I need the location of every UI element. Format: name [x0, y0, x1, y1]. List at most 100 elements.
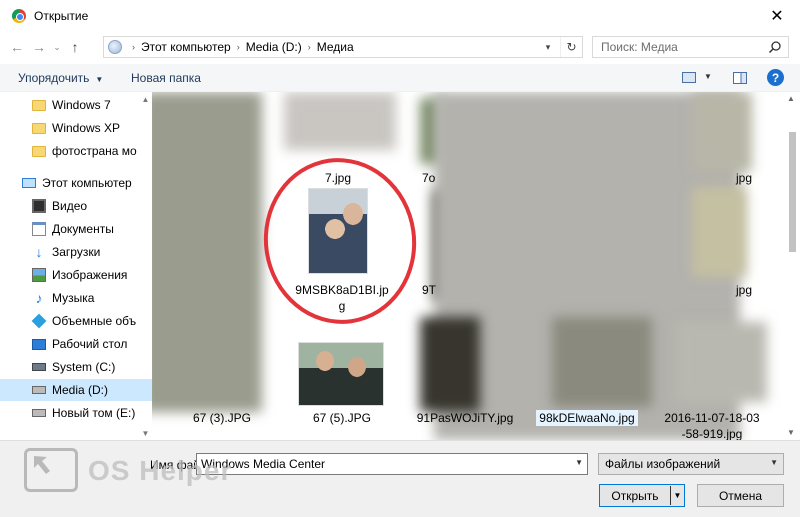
sidebar-item-this-pc[interactable]: Этот компьютер — [0, 172, 152, 194]
breadcrumb-this-pc[interactable]: Этот компьютер — [141, 40, 231, 54]
file-type-select[interactable]: Файлы изображений ▼ — [598, 453, 784, 475]
breadcrumb-media[interactable]: Медиа — [317, 40, 354, 54]
file-name-67-5[interactable]: 67 (5).JPG — [292, 410, 392, 426]
organize-label: Упорядочить — [18, 71, 90, 85]
music-icon: ♪ — [35, 290, 43, 306]
watermark-arrow-icon — [34, 456, 50, 474]
drive-icon — [32, 386, 46, 394]
video-icon — [32, 199, 46, 213]
file-name-2016-line1[interactable]: 2016-11-07-18-03 — [657, 410, 767, 426]
photo-thumbnail-67-5[interactable] — [298, 342, 384, 406]
address-bar[interactable]: › Этот компьютер › Media (D:) › Медиа ▾ … — [103, 36, 583, 58]
navigation-row: ← → ⌄ ↑ › Этот компьютер › Media (D:) › … — [0, 32, 800, 62]
scroll-up-icon[interactable]: ▲ — [787, 94, 795, 103]
file-name-jpg-partial[interactable]: jpg — [736, 170, 766, 186]
cancel-button[interactable]: Отмена — [697, 484, 784, 507]
sidebar-item-media-d[interactable]: Media (D:) — [0, 379, 152, 401]
open-split-dropdown-icon[interactable]: ▼ — [670, 486, 684, 505]
sidebar-item-documents[interactable]: Документы — [0, 218, 152, 240]
sidebar-item-label: System (C:) — [52, 360, 116, 374]
sidebar-item-system-c[interactable]: System (C:) — [0, 356, 152, 378]
sidebar-item-new-volume-e[interactable]: Новый том (E:) — [0, 402, 152, 424]
file-name-9t[interactable]: 9T — [422, 282, 442, 298]
desktop-icon — [32, 338, 46, 350]
file-name-jpg-partial-2[interactable]: jpg — [736, 282, 766, 298]
documents-icon — [32, 222, 46, 236]
organize-button[interactable]: Упорядочить ▼ — [18, 71, 103, 85]
sidebar-item-label: Видео — [52, 199, 88, 213]
sidebar-item-label: Музыка — [52, 291, 95, 305]
file-name-98kd[interactable]: 98kDElwaaNo.jpg — [536, 410, 638, 426]
file-thumbnail[interactable] — [692, 187, 747, 277]
file-name-91pas[interactable]: 91PasWOJiTY.jpg — [410, 410, 520, 426]
sidebar-item-video[interactable]: Видео — [0, 195, 152, 217]
sidebar-item-windows7[interactable]: Windows 7 — [0, 94, 152, 116]
preview-pane-icon[interactable] — [733, 72, 747, 84]
file-thumbnail[interactable] — [552, 317, 652, 407]
sidebar-item-label: Рабочий стол — [52, 337, 128, 351]
file-thumbnail[interactable] — [692, 92, 752, 172]
file-thumbnail[interactable] — [284, 92, 396, 150]
sidebar-item-desktop[interactable]: Рабочий стол — [0, 333, 152, 355]
sidebar-item-fotostrana[interactable]: фотострана мо — [0, 140, 152, 162]
folder-icon — [32, 99, 46, 111]
computer-icon — [22, 178, 36, 188]
file-list-scrollbar[interactable]: ▲ ▼ — [785, 92, 800, 440]
chevron-down-icon: ▼ — [95, 75, 104, 84]
folder-icon — [32, 122, 46, 134]
help-icon[interactable]: ? — [767, 69, 784, 86]
file-list: 7.jpg 7o jpg 9MSBK8aD1BI.jp g 9T jpg 67 … — [152, 92, 788, 440]
chevron-right-icon: › — [132, 42, 135, 52]
sidebar-item-music[interactable]: ♪ Музыка — [0, 287, 152, 309]
downloads-icon: ↓ — [35, 244, 43, 260]
file-name-2016-line2[interactable]: -58-919.jpg — [657, 426, 767, 440]
sidebar-item-label: Изображения — [52, 268, 128, 282]
scroll-down-icon[interactable]: ▼ — [787, 428, 795, 437]
window-title: Открытие — [34, 9, 89, 23]
location-icon — [108, 40, 122, 54]
open-button-label: Открыть — [611, 488, 659, 503]
file-thumbnail[interactable] — [677, 322, 767, 402]
search-icon — [768, 41, 781, 54]
sidebar-item-windowsxp[interactable]: Windows XP — [0, 117, 152, 139]
back-button[interactable]: ← — [6, 36, 28, 58]
change-view-icon[interactable] — [682, 72, 696, 83]
chevron-down-icon[interactable]: ▼ — [704, 72, 712, 81]
chevron-right-icon: › — [236, 42, 240, 52]
pictures-icon — [32, 268, 46, 282]
nav-scroll-down-icon[interactable]: ▼ — [139, 426, 152, 440]
sidebar-item-3d-objects[interactable]: Объемные объ — [0, 310, 152, 332]
chevron-down-icon[interactable]: ▼ — [575, 458, 583, 467]
sidebar-item-label: Этот компьютер — [42, 176, 132, 190]
sidebar-item-label: Windows XP — [52, 121, 121, 135]
file-thumbnail[interactable] — [420, 317, 480, 412]
file-name-7o[interactable]: 7o — [422, 170, 442, 186]
recent-locations-button[interactable]: ⌄ — [50, 36, 64, 58]
chrome-icon — [12, 9, 26, 23]
close-button[interactable]: ✕ — [754, 0, 800, 32]
file-name-67-3[interactable]: 67 (3).JPG — [172, 410, 272, 426]
forward-button[interactable]: → — [28, 36, 50, 58]
open-button[interactable]: Открыть ▼ — [599, 484, 685, 507]
refresh-icon[interactable]: ↻ — [560, 37, 582, 57]
up-button[interactable]: ↑ — [64, 36, 86, 58]
file-thumbnail[interactable] — [152, 92, 262, 412]
3d-objects-icon — [31, 313, 47, 329]
chevron-right-icon: › — [307, 42, 311, 52]
nav-scroll-up-icon[interactable]: ▲ — [139, 92, 152, 106]
breadcrumb-media-drive[interactable]: Media (D:) — [246, 40, 302, 54]
drive-icon — [32, 409, 46, 417]
navigation-pane: Windows 7 Windows XP фотострана мо Этот … — [0, 92, 152, 440]
sidebar-item-label: Объемные объ — [52, 314, 137, 328]
filename-input[interactable]: Windows Media Center ▼ — [196, 453, 588, 475]
chevron-down-icon[interactable]: ▾ — [540, 37, 556, 57]
sidebar-item-pictures[interactable]: Изображения — [0, 264, 152, 286]
new-folder-button[interactable]: Новая папка — [131, 71, 201, 85]
search-input[interactable]: Поиск: Медиа — [592, 36, 789, 58]
sidebar-item-downloads[interactable]: ↓ Загрузки — [0, 241, 152, 263]
sidebar-item-label: фотострана мо — [52, 144, 137, 158]
scrollbar-thumb[interactable] — [789, 132, 796, 252]
title-bar: Открытие ✕ — [0, 0, 800, 32]
search-placeholder: Поиск: Медиа — [601, 40, 678, 54]
chevron-down-icon: ▼ — [770, 458, 778, 467]
